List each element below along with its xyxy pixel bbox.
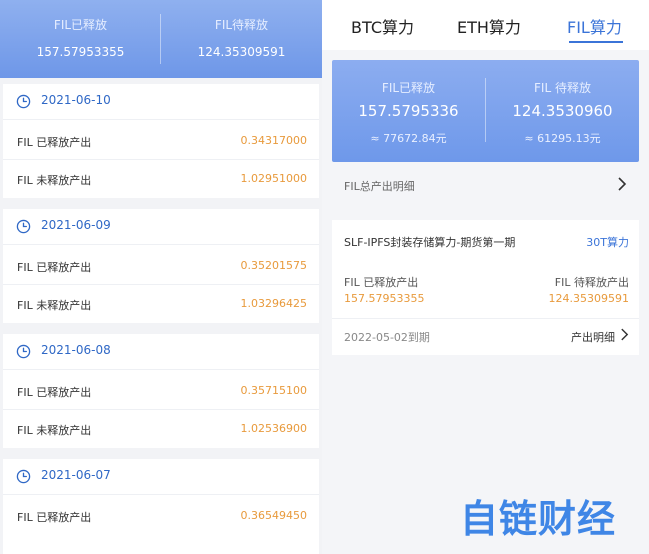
row-label: FIL 未释放产出: [17, 174, 92, 187]
unreleased-output-row: FIL 未释放产出 1.02951000: [3, 160, 319, 198]
released-summary: FIL已释放 157.5795336 ≈ 77672.84元: [332, 60, 485, 162]
row-label: FIL 已释放产出: [17, 386, 92, 399]
fil-summary-header: FIL已释放 157.57953355 FIL待释放 124.35309591: [0, 0, 322, 78]
row-value: 0.35715100: [240, 384, 307, 397]
hashpower-panel: BTC算力 ETH算力 FIL算力 FIL已释放 157.5795336 ≈ 7…: [322, 0, 649, 554]
row-value: 0.35201575: [240, 259, 307, 272]
pending-value: 124.3530960: [512, 102, 613, 120]
clock-icon: [16, 469, 31, 484]
day-header: 2021-06-07: [3, 459, 319, 495]
released-label: FIL已释放: [53, 18, 108, 32]
unreleased-output-row: FIL 未释放产出 1.03296425: [3, 285, 319, 323]
row-label: FIL 已释放产出: [17, 136, 92, 149]
released-label: FIL已释放: [381, 81, 436, 95]
watermark-logo: 自链财经: [460, 497, 616, 540]
pending-value: 124.35309591: [197, 45, 286, 59]
released-output-row: FIL 已释放产出 0.35201575: [3, 247, 319, 285]
chevron-right-icon: [618, 177, 627, 191]
row-label: FIL 已释放产出: [17, 261, 92, 274]
row-label: FIL 已释放产出: [17, 511, 92, 524]
clock-icon: [16, 219, 31, 234]
fil-total-output-detail-link[interactable]: FIL总产出明细: [332, 166, 639, 204]
expiry-date: 2022-05-02到期: [344, 331, 430, 344]
pending-summary: FIL待释放 124.35309591: [161, 0, 322, 78]
tab-fil[interactable]: FIL算力: [567, 14, 622, 38]
daily-output-panel: FIL已释放 157.57953355 FIL待释放 124.35309591 …: [0, 0, 322, 554]
pending-label: FIL待释放: [214, 18, 269, 32]
day-header: 2021-06-08: [3, 334, 319, 370]
released-summary: FIL已释放 157.57953355: [0, 0, 161, 78]
output-detail-link[interactable]: 产出明细: [571, 329, 615, 345]
row-label: FIL 未释放产出: [17, 299, 92, 312]
tab-eth[interactable]: ETH算力: [457, 14, 521, 38]
unreleased-output-row: FIL 未释放产出 1.02536900: [3, 410, 319, 448]
product-name: SLF-IPFS封装存储算力-期货第一期: [344, 236, 516, 249]
pending-label: FIL 待释放: [534, 81, 591, 95]
day-date: 2021-06-10: [41, 93, 111, 107]
pending-output-value: 124.35309591: [548, 292, 629, 305]
clock-icon: [16, 344, 31, 359]
screen: FIL已释放 157.57953355 FIL待释放 124.35309591 …: [0, 0, 649, 554]
day-header: 2021-06-10: [3, 84, 319, 120]
svg-text:自链财经: 自链财经: [460, 497, 616, 540]
divider: [332, 318, 639, 319]
detail-link-label: FIL总产出明细: [344, 180, 415, 193]
day-card: 2021-06-09 FIL 已释放产出 0.35201575 FIL 未释放产…: [3, 209, 319, 323]
clock-icon: [16, 94, 31, 109]
active-tab-indicator: [569, 41, 623, 43]
row-label: FIL 未释放产出: [17, 424, 92, 437]
day-card: 2021-06-10 FIL 已释放产出 0.34317000 FIL 未释放产…: [3, 84, 319, 198]
fil-summary-card: FIL已释放 157.5795336 ≈ 77672.84元 FIL 待释放 1…: [332, 60, 639, 162]
hashpower-tabs: BTC算力 ETH算力 FIL算力: [322, 0, 649, 50]
product-card: SLF-IPFS封装存储算力-期货第一期 30T算力 FIL 已释放产出 157…: [332, 220, 639, 355]
day-header: 2021-06-09: [3, 209, 319, 245]
released-output-value: 157.57953355: [344, 292, 425, 305]
chevron-right-icon[interactable]: [620, 328, 629, 341]
released-output-row: FIL 已释放产出 0.36549450: [3, 497, 319, 535]
row-value: 0.36549450: [240, 509, 307, 522]
day-card: 2021-06-08 FIL 已释放产出 0.35715100 FIL 未释放产…: [3, 334, 319, 448]
row-value: 1.02951000: [240, 172, 307, 185]
pending-summary: FIL 待释放 124.3530960 ≈ 61295.13元: [486, 60, 639, 162]
released-output-row: FIL 已释放产出 0.35715100: [3, 372, 319, 410]
row-value: 1.02536900: [240, 422, 307, 435]
day-date: 2021-06-07: [41, 468, 111, 482]
pending-cny: ≈ 61295.13元: [524, 132, 601, 145]
released-output-row: FIL 已释放产出 0.34317000: [3, 122, 319, 160]
day-date: 2021-06-08: [41, 343, 111, 357]
pending-output-label: FIL 待释放产出: [554, 276, 629, 289]
day-card: 2021-06-07 FIL 已释放产出 0.36549450: [3, 459, 319, 554]
hashpower-badge: 30T算力: [586, 236, 629, 249]
released-value: 157.5795336: [358, 102, 459, 120]
row-value: 1.03296425: [240, 297, 307, 310]
released-output-label: FIL 已释放产出: [344, 276, 419, 289]
released-cny: ≈ 77672.84元: [370, 132, 447, 145]
released-value: 157.57953355: [36, 45, 125, 59]
day-date: 2021-06-09: [41, 218, 111, 232]
row-value: 0.34317000: [240, 134, 307, 147]
tab-btc[interactable]: BTC算力: [351, 14, 414, 38]
